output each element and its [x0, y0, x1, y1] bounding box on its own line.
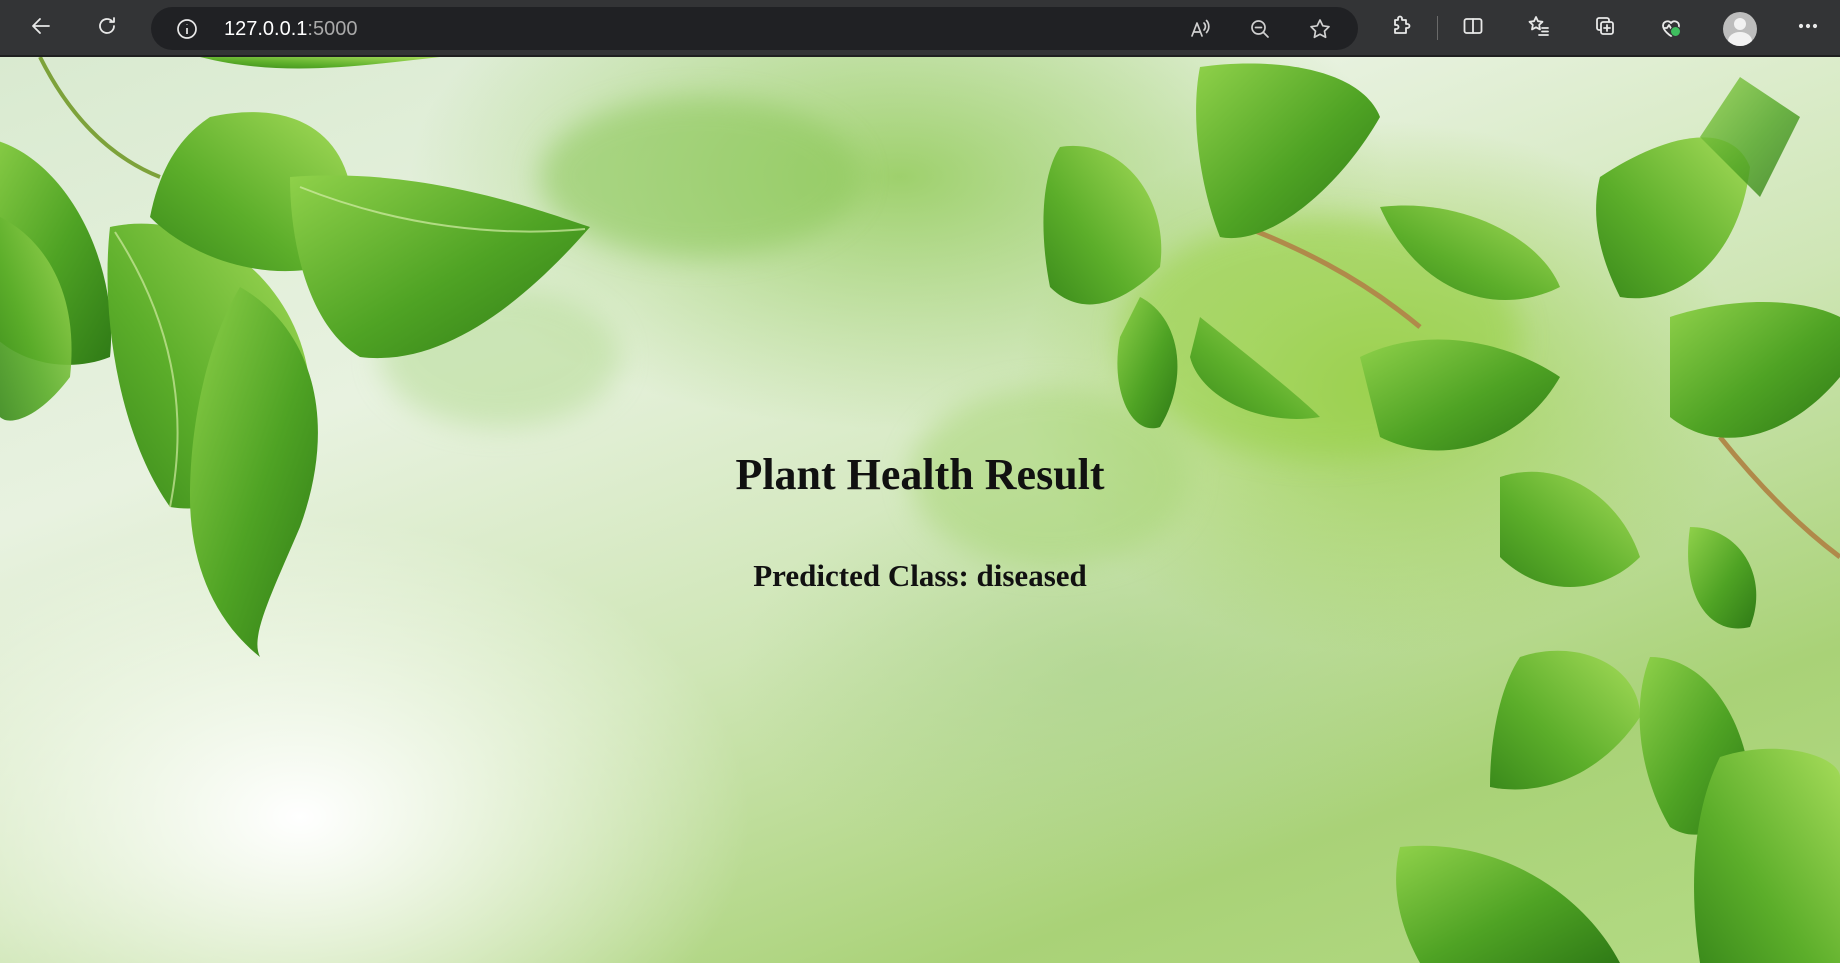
url-host: 127.0.0.1 [224, 18, 308, 40]
url-port: :5000 [307, 18, 358, 40]
browser-essentials-icon [1659, 16, 1683, 40]
collections-button[interactable] [1587, 10, 1623, 46]
favorites-button[interactable] [1521, 10, 1557, 46]
zoom-out-icon[interactable] [1245, 14, 1275, 44]
split-screen-icon [1461, 14, 1485, 42]
toolbar-divider [1437, 16, 1438, 40]
read-aloud-icon[interactable] [1185, 14, 1215, 44]
arrow-left-icon [29, 14, 53, 42]
browser-essentials-button[interactable] [1653, 10, 1689, 46]
url-text[interactable]: 127.0.0.1:5000 [224, 18, 357, 41]
favorites-icon [1527, 14, 1551, 42]
refresh-icon [95, 14, 119, 42]
extensions-button[interactable] [1383, 10, 1419, 46]
page-title: Plant Health Result [735, 450, 1105, 499]
status-dot [1670, 26, 1681, 37]
avatar[interactable] [1723, 12, 1757, 46]
more-icon [1796, 14, 1820, 42]
browser-toolbar: 127.0.0.1:5000 [0, 0, 1840, 57]
collections-icon [1593, 14, 1617, 42]
star-icon[interactable] [1305, 14, 1335, 44]
refresh-button[interactable] [89, 10, 125, 46]
back-button[interactable] [23, 10, 59, 46]
page-viewport: Plant Health Result Predicted Class: dis… [0, 57, 1840, 963]
address-bar[interactable]: 127.0.0.1:5000 [151, 7, 1358, 50]
leaf-background-image [0, 57, 1840, 963]
info-icon[interactable] [175, 17, 199, 41]
prediction-result: Predicted Class: diseased [753, 558, 1087, 593]
more-menu-button[interactable] [1790, 10, 1826, 46]
split-screen-button[interactable] [1455, 10, 1491, 46]
puzzle-icon [1389, 14, 1413, 42]
